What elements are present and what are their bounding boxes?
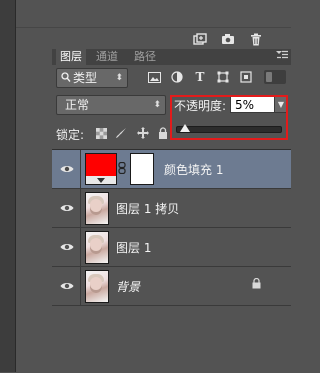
layer-name[interactable]: 图层 1 拷贝 (116, 200, 179, 217)
visibility-divider (80, 228, 81, 266)
lock-label: 锁定: (56, 128, 85, 142)
eye-icon[interactable] (60, 279, 74, 293)
type-filter-icon[interactable]: T (192, 70, 208, 84)
filter-kind-select[interactable]: 类型 ⬍ (56, 68, 128, 88)
panel-tab-bar: 图层 通道 路径 (52, 49, 291, 65)
thumbnail-face (90, 238, 102, 254)
tab-layers[interactable]: 图层 (56, 49, 86, 65)
layers-list: 颜色填充 1 图层 1 拷贝 图层 1 背景 (52, 149, 291, 373)
thumbnail-face (90, 277, 102, 293)
eye-icon[interactable] (60, 162, 74, 176)
layer-thumbnail[interactable] (85, 270, 109, 303)
layer-row-layer1[interactable]: 图层 1 (52, 228, 291, 267)
left-divider (15, 0, 16, 372)
layer-thumbnail[interactable] (85, 231, 109, 264)
thumbnail-face (90, 199, 102, 215)
eye-icon[interactable] (60, 240, 74, 254)
menu-icon[interactable] (276, 50, 288, 63)
chain-link-icon[interactable] (118, 161, 126, 177)
lock-all-icon[interactable] (156, 126, 170, 140)
layer-row-fill[interactable]: 颜色填充 1 (52, 150, 291, 189)
search-icon (61, 72, 71, 82)
tab-paths[interactable]: 路径 (130, 49, 160, 65)
layer-row-copy[interactable]: 图层 1 拷贝 (52, 189, 291, 228)
lock-position-icon[interactable] (136, 126, 150, 140)
fill-thumbnail-marker (97, 178, 105, 183)
lock-row: 锁定: (52, 119, 170, 147)
top-empty-area (16, 0, 291, 27)
blend-mode-select[interactable]: 正常 ⬍ (56, 95, 166, 115)
trash-icon[interactable] (248, 32, 264, 46)
layer-mask-thumbnail[interactable] (130, 153, 154, 185)
updown-arrow-icon: ⬍ (115, 73, 123, 83)
left-tool-strip (0, 0, 15, 372)
tab-channels[interactable]: 通道 (92, 49, 122, 65)
smart-object-filter-icon[interactable] (238, 70, 254, 84)
visibility-divider (80, 150, 81, 188)
lock-transparent-icon[interactable] (94, 126, 108, 140)
layer-row-background[interactable]: 背景 (52, 267, 291, 306)
shape-filter-icon[interactable] (215, 70, 231, 84)
blend-mode-value: 正常 (65, 98, 90, 112)
layer-name[interactable]: 颜色填充 1 (164, 161, 223, 178)
visibility-divider (80, 267, 81, 305)
visibility-divider (80, 189, 81, 227)
filter-toggle-knob (266, 72, 272, 82)
camera-icon[interactable] (220, 32, 236, 46)
updown-arrow-icon: ⬍ (153, 100, 161, 110)
filter-kind-label: 类型 (73, 71, 98, 85)
fill-color-thumbnail[interactable] (85, 153, 117, 185)
lock-icon (252, 277, 261, 292)
filter-toggle[interactable] (264, 70, 286, 84)
new-layer-icon[interactable] (192, 32, 208, 46)
opacity-highlight-box (170, 95, 288, 140)
lock-image-icon[interactable] (114, 126, 128, 140)
layer-thumbnail[interactable] (85, 192, 109, 225)
eye-icon[interactable] (60, 201, 74, 215)
adjustment-filter-icon[interactable] (169, 70, 185, 84)
panel-icons-bar (16, 27, 291, 50)
layer-name[interactable]: 背景 (116, 278, 140, 295)
image-filter-icon[interactable] (146, 70, 162, 84)
layer-name[interactable]: 图层 1 (116, 239, 151, 256)
filter-row: 类型 ⬍ T (52, 65, 291, 89)
